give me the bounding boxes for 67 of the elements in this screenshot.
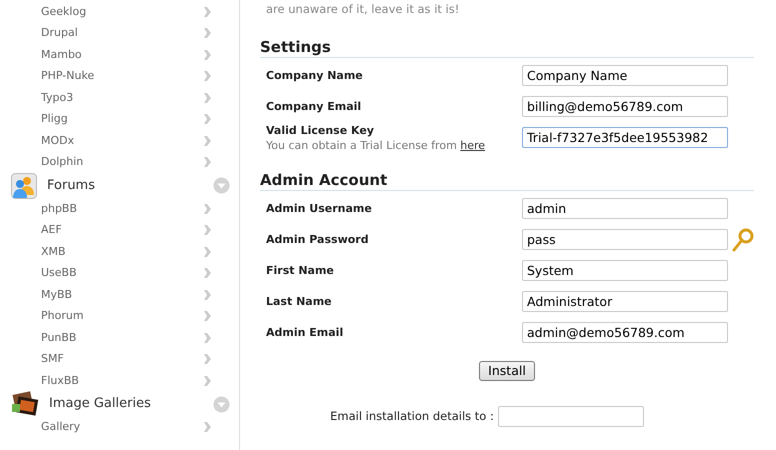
- intro-text: are unaware of it, leave it as it is!: [265, 1, 460, 18]
- hint-text: You can obtain a Trial License from here: [266, 140, 486, 152]
- field-label: Admin Password: [266, 232, 370, 248]
- arrow-icon: [204, 204, 211, 214]
- sidebar-item[interactable]: Pligg: [0, 108, 239, 130]
- field-label: Valid License Key: [266, 123, 375, 140]
- chevron-icon[interactable]: [213, 177, 230, 194]
- here-link[interactable]: here: [460, 138, 486, 152]
- sidebar-item[interactable]: MyBB: [0, 284, 239, 306]
- chevron-icon[interactable]: [213, 396, 230, 412]
- arrow-icon: [204, 422, 211, 432]
- sidebar-item[interactable]: MODx: [0, 130, 239, 152]
- email-label: Email installation details to :: [330, 408, 494, 426]
- arrow-icon: [204, 332, 211, 343]
- arrow-icon: [204, 92, 211, 103]
- arrow-icon: [204, 114, 211, 124]
- section-heading: Admin Account: [260, 171, 754, 192]
- sidebar-item[interactable]: Phorum: [0, 306, 239, 327]
- arrow-icon: [204, 71, 211, 82]
- arrow-icon: [204, 50, 211, 60]
- input-field[interactable]: billing@demo56789.com: [522, 96, 728, 118]
- sidebar-item[interactable]: Mambo: [0, 44, 239, 66]
- people-icon: [11, 172, 37, 198]
- arrow-icon: [204, 354, 211, 364]
- arrow-icon: [204, 376, 211, 386]
- sidebar-item[interactable]: UseBB: [0, 262, 239, 284]
- sidebar-item[interactable]: Geeklog: [0, 1, 239, 22]
- arrow-icon: [204, 225, 211, 236]
- arrow-icon: [204, 6, 211, 17]
- input-field[interactable]: Company Name: [522, 65, 728, 86]
- section-heading: Settings: [260, 38, 754, 58]
- photos-icon: [11, 391, 39, 417]
- arrow-icon: [204, 246, 211, 257]
- field-label: Last Name: [266, 294, 333, 310]
- sidebar-item[interactable]: Dolphin: [0, 152, 239, 173]
- field-label: Company Email: [266, 98, 362, 114]
- sidebar-item[interactable]: PunBB: [0, 327, 239, 348]
- arrow-icon: [204, 136, 211, 146]
- field-label: First Name: [266, 262, 335, 278]
- sidebar-item[interactable]: Drupal: [0, 22, 239, 44]
- arrow-icon: [204, 290, 211, 300]
- sidebar-item[interactable]: PHP-Nuke: [0, 66, 239, 87]
- input-field[interactable]: Trial-f7327e3f5dee19553982: [522, 127, 728, 148]
- input-field[interactable]: System: [522, 260, 728, 282]
- arrow-icon: [204, 157, 211, 168]
- field-label: Admin Username: [266, 200, 373, 216]
- sidebar-item[interactable]: FluxBB: [0, 370, 239, 392]
- input-field[interactable]: admin@demo56789.com: [522, 322, 728, 344]
- sidebar-item[interactable]: XMB: [0, 241, 239, 262]
- sidebar-item[interactable]: SMF: [0, 348, 239, 370]
- install-button[interactable]: Install: [479, 361, 535, 382]
- email-field[interactable]: [498, 406, 644, 428]
- sidebar-category[interactable]: Image Galleries: [0, 392, 239, 416]
- sidebar-item[interactable]: Gallery: [0, 416, 239, 438]
- arrow-icon: [204, 311, 211, 322]
- input-field[interactable]: pass: [522, 229, 728, 250]
- field-label: Admin Email: [266, 324, 344, 340]
- field-label: Company Name: [266, 68, 364, 84]
- sidebar-category[interactable]: Forums: [0, 173, 239, 198]
- input-field[interactable]: admin: [522, 198, 728, 220]
- arrow-icon: [204, 28, 211, 38]
- arrow-icon: [204, 268, 211, 278]
- sidebar-item[interactable]: AEF: [0, 220, 239, 241]
- sidebar-item[interactable]: phpBB: [0, 198, 239, 220]
- input-field[interactable]: Administrator: [522, 291, 728, 312]
- key-icon[interactable]: [732, 228, 754, 252]
- sidebar-item[interactable]: Typo3: [0, 87, 239, 108]
